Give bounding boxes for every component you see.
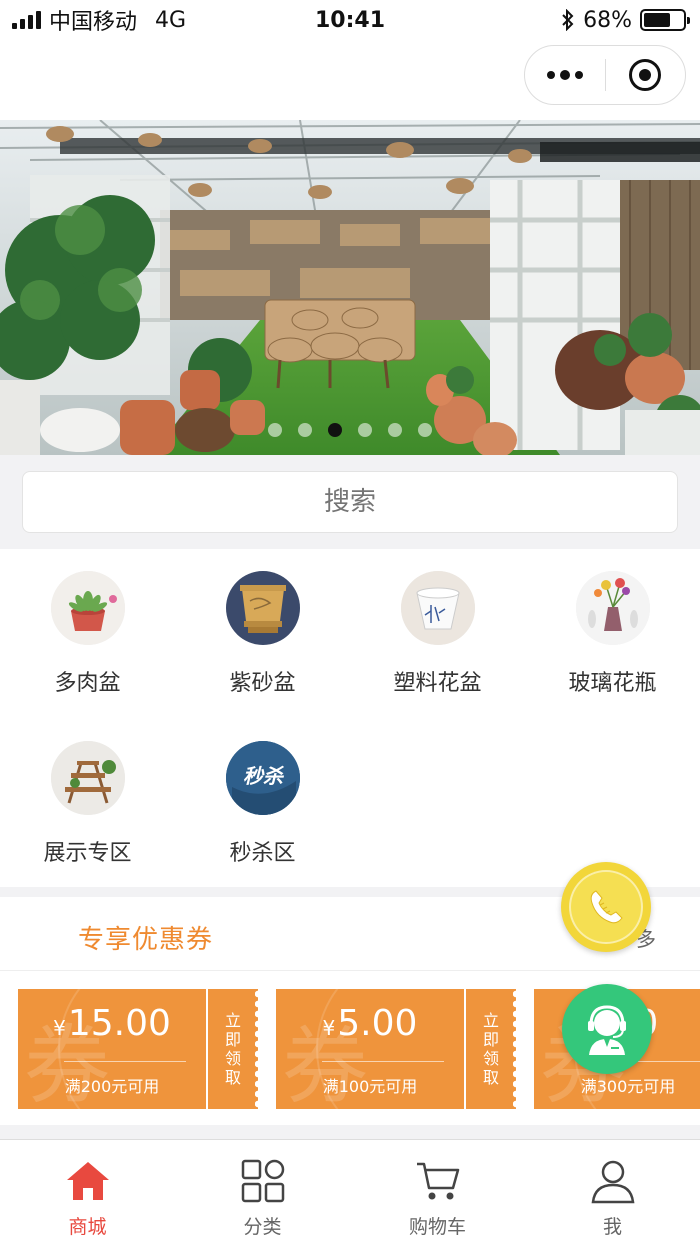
home-icon: [66, 1162, 109, 1200]
flash-sale-badge-text: 秒杀: [243, 764, 285, 788]
display-stand-image: [50, 741, 125, 815]
nav-bar: [0, 40, 700, 120]
coupon-currency: ¥: [53, 1016, 66, 1040]
banner-carousel[interactable]: [0, 120, 700, 455]
tab-label: 商城: [68, 1216, 107, 1238]
status-right: 68%: [561, 7, 690, 33]
carousel-dot[interactable]: [328, 423, 342, 437]
search-input[interactable]: [22, 471, 678, 533]
category-label: 塑料花盆: [393, 671, 482, 696]
category-label: 玻璃花瓶: [568, 671, 657, 696]
coupon-amount: ¥15.00: [18, 1003, 206, 1044]
carousel-dot[interactable]: [298, 423, 312, 437]
category-grid-icon: [241, 1159, 284, 1203]
mini-program-shop-home: 中国移动 4G 10:41 68% 搜索 多肉盆 紫砂盆 塑料花盆 玻璃花瓶 展…: [0, 0, 700, 1245]
tab-cart[interactable]: 购物车: [350, 1140, 525, 1245]
category-item[interactable]: 玻璃花瓶: [525, 549, 700, 699]
tab-label: 分类: [243, 1216, 282, 1238]
carousel-dot[interactable]: [268, 423, 282, 437]
category-label: 多肉盆: [54, 671, 121, 696]
coupon-amount: ¥5.00: [276, 1003, 464, 1044]
glass-vase-image: [575, 571, 650, 645]
status-left: 中国移动 4G: [12, 4, 186, 36]
category-label: 紫砂盆: [229, 671, 296, 696]
carousel-indicator: [0, 423, 700, 437]
phone-call-icon[interactable]: [561, 862, 651, 952]
close-miniprogram-icon[interactable]: [606, 46, 686, 104]
signal-icon: [12, 11, 41, 29]
flash-sale-image: 秒杀: [225, 741, 300, 815]
coupon-currency: ¥: [322, 1016, 336, 1040]
plastic-pot-image: [400, 571, 475, 645]
coupon-section-title: 专享优惠券: [78, 925, 214, 955]
coupon-card[interactable]: 券 ¥15.00 满200元可用立即领取: [15, 989, 261, 1109]
carousel-dot[interactable]: [388, 423, 402, 437]
category-item[interactable]: 多肉盆: [0, 549, 175, 699]
greenhouse-photo: [0, 120, 700, 455]
coupon-card[interactable]: 券 ¥5.00 满100元可用立即领取: [273, 989, 519, 1109]
bluetooth-icon: [562, 9, 574, 31]
category-item[interactable]: 紫砂盆: [175, 549, 350, 699]
category-item[interactable]: 秒杀 秒杀区: [175, 719, 350, 869]
customer-service-icon[interactable]: [562, 984, 652, 1074]
coupon-body: 券 ¥15.00 满200元可用: [18, 989, 206, 1109]
tab-me[interactable]: 我: [525, 1140, 700, 1245]
user-icon: [591, 1160, 634, 1204]
coupon-condition: 满100元可用: [322, 1077, 418, 1096]
network-type: 4G: [155, 7, 187, 33]
tab-home[interactable]: 商城: [0, 1140, 175, 1245]
coupon-body: 券 ¥5.00 满100元可用: [276, 989, 464, 1109]
battery-icon: [640, 9, 690, 31]
category-label: 秒杀区: [229, 841, 296, 866]
clay-pot-image: [225, 571, 300, 645]
claim-coupon-label: 立即领取: [224, 1011, 241, 1087]
category-item[interactable]: 塑料花盆: [350, 549, 525, 699]
coupon-amount-value: 15.00: [67, 1003, 171, 1044]
battery-level-fill: [644, 13, 670, 27]
status-bar: 中国移动 4G 10:41 68%: [0, 0, 700, 40]
coupon-condition: 满200元可用: [64, 1077, 160, 1096]
category-label: 展示专区: [43, 841, 132, 866]
battery-percent: 68%: [583, 7, 632, 33]
claim-coupon-button[interactable]: 立即领取: [206, 989, 258, 1109]
tab-bar: 商城 分类 购物车 我: [0, 1139, 700, 1245]
claim-coupon-label: 立即领取: [482, 1011, 499, 1087]
section-divider: [0, 1125, 700, 1139]
claim-coupon-button[interactable]: 立即领取: [464, 989, 516, 1109]
menu-capsule: [524, 45, 686, 105]
search-area: [0, 455, 700, 549]
tab-category[interactable]: 分类: [175, 1140, 350, 1245]
category-item[interactable]: 展示专区: [0, 719, 175, 869]
cart-icon: [416, 1162, 459, 1200]
coupon-condition: 满300元可用: [580, 1077, 676, 1096]
carrier-name: 中国移动: [49, 10, 138, 35]
carousel-dot[interactable]: [418, 423, 432, 437]
coupon-amount-value: 5.00: [337, 1003, 418, 1044]
more-icon[interactable]: [525, 46, 605, 104]
succulent-pot-image: [50, 571, 125, 645]
category-grid: 多肉盆 紫砂盆 塑料花盆 玻璃花瓶 展示专区 秒杀 秒杀区: [0, 549, 700, 887]
coupon-perforation: [255, 989, 261, 1109]
tab-label: 购物车: [408, 1216, 466, 1238]
tab-label: 我: [602, 1216, 622, 1238]
coupon-perforation: [513, 989, 519, 1109]
carousel-dot[interactable]: [358, 423, 372, 437]
